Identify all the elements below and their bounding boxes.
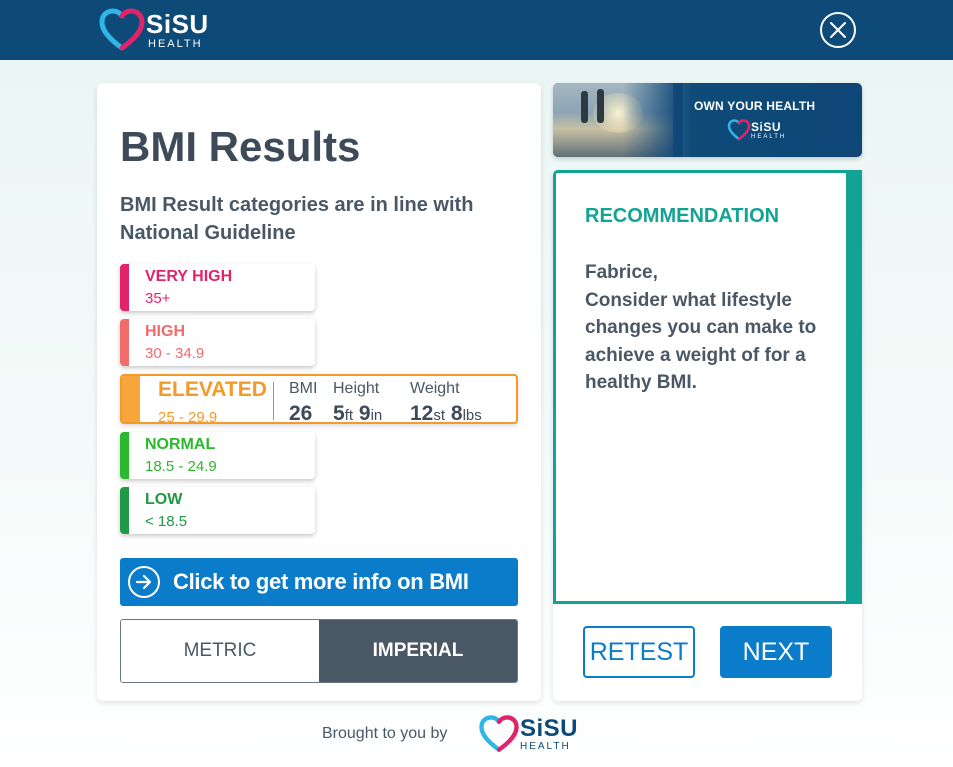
category-color-bar [120,264,129,311]
bmi-label: BMI [289,380,318,397]
recommendation-accent-stripe [846,170,862,604]
runner-figure [581,91,588,123]
category-elevated-selected: ELEVATED 25 - 29.9 BMI 26 Height 5ft 9in… [120,374,518,424]
brand-name: SiSU [520,714,579,742]
weight-stone: 12 [410,402,434,424]
retest-button[interactable]: RETEST [583,626,695,678]
footer-sisu-logo: SiSU HEALTH [478,714,578,754]
recommendation-card: RECOMMENDATION Fabrice, Consider what li… [553,170,862,701]
category-range: 25 - 29.9 [158,409,218,424]
bmi-info-label: Click to get more info on BMI [173,569,469,594]
height-inches-unit: in [370,407,383,424]
weight-pounds-unit: lbs [462,407,482,424]
height-feet: 5 [333,402,345,424]
banner-sisu-logo: SiSU HEALTH [727,119,786,141]
bmi-subtitle: BMI Result categories are in line with N… [120,194,474,244]
banner-tagline: OWN YOUR HEALTH [694,99,816,113]
footer-text: Brought to you by [322,725,448,742]
next-button[interactable]: NEXT [720,626,832,678]
close-button[interactable] [820,12,856,48]
category-name: VERY HIGH [145,268,233,285]
height-inches: 9 [358,402,371,424]
page-title: BMI Results [120,123,361,170]
brand-name: SiSU [146,8,209,39]
arrow-right-circle-icon [128,566,160,598]
category-name: LOW [145,491,183,508]
heart-logo-icon [99,8,145,51]
weight-value: 12st 8lbs [410,402,482,424]
height-value: 5ft 9in [333,402,383,424]
recommendation-title: RECOMMENDATION [585,205,780,227]
recommendation-panel: RECOMMENDATION Fabrice, Consider what li… [553,170,862,604]
brand-sub: HEALTH [751,133,787,140]
recommendation-name: Fabrice, [585,262,658,283]
units-toggle: METRIC IMPERIAL [120,619,518,683]
bmi-results-card: BMI Results BMI Result categories are in… [97,83,541,701]
recommendation-text: Fabrice, Consider what lifestyle changes… [585,259,830,397]
height-feet-unit: ft [344,407,354,424]
category-low: LOW < 18.5 [120,487,315,534]
category-range: 35+ [145,290,171,307]
category-name: NORMAL [145,436,216,453]
own-your-health-banner: OWN YOUR HEALTH SiSU HEALTH [553,83,862,157]
category-color-bar [120,487,129,534]
close-icon [830,22,846,38]
category-color-bar [120,432,129,479]
imperial-option[interactable]: IMPERIAL [319,620,517,682]
category-range: 30 - 34.9 [145,345,205,362]
category-high: HIGH 30 - 34.9 [120,319,315,366]
heart-logo-icon [727,119,751,141]
weight-stone-unit: st [433,407,446,424]
result-divider [273,382,274,420]
category-very-high: VERY HIGH 35+ [120,264,315,311]
bmi-info-button[interactable]: Click to get more info on BMI [120,558,518,606]
runner-figure [597,89,604,123]
category-color-bar [120,319,129,366]
category-range: < 18.5 [145,513,188,530]
brand-sub: HEALTH [520,740,571,752]
category-color-bar [122,376,140,422]
height-label: Height [333,380,380,397]
weight-label: Weight [410,380,460,397]
category-range: 18.5 - 24.9 [145,458,217,475]
brand-name: SiSU [751,119,782,134]
brand-sub: HEALTH [148,37,203,50]
category-normal: NORMAL 18.5 - 24.9 [120,432,315,479]
category-name: HIGH [145,323,185,340]
top-header-bar: SiSU HEALTH [0,0,953,60]
recommendation-body: Consider what lifestyle changes you can … [585,289,817,394]
bmi-value: 26 [289,402,313,424]
weight-pounds: 8 [450,402,463,424]
metric-option[interactable]: METRIC [121,620,319,682]
heart-logo-icon [479,715,519,752]
category-name: ELEVATED [158,378,267,401]
sisu-health-logo: SiSU HEALTH [98,8,209,52]
